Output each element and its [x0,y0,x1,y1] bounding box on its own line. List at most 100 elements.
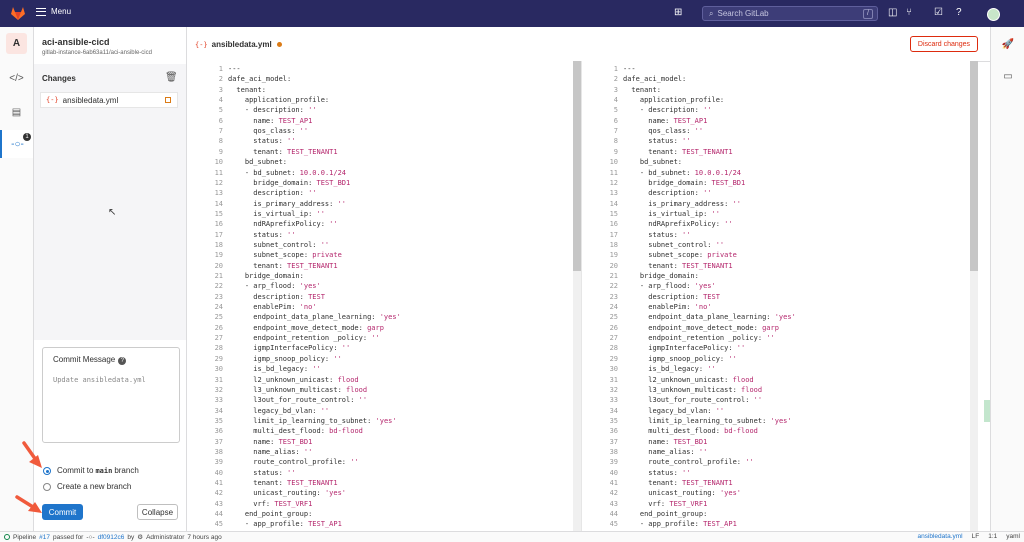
code-line[interactable]: 44 end_point_group: [187,509,567,520]
code-line[interactable]: 9 tenant: TEST_TENANT1 [582,147,962,158]
code-line[interactable]: 21 bridge_domain: [187,271,567,282]
code-line[interactable]: 22 - arp_flood: 'yes' [187,281,567,292]
code-line[interactable]: 43 vrf: TEST_VRF1 [187,499,567,510]
code-line[interactable]: 25 endpoint_data_plane_learning: 'yes' [582,312,962,323]
code-line[interactable]: 14 is_primary_address: '' [582,199,962,210]
code-line[interactable]: 29 igmp_snoop_policy: '' [582,354,962,365]
code-line[interactable]: 43 vrf: TEST_VRF1 [582,499,962,510]
diff-original-pane[interactable]: 1 --- 2 dafe_aci_model: 3 tenant: 4 applicati… [187,61,581,531]
code-line[interactable]: 30 is_bd_legacy: '' [582,364,962,375]
code-line[interactable]: 28 igmpInterfacePolicy: '' [582,343,962,354]
preview-icon[interactable]: ▭ [991,71,1024,82]
discard-changes-button[interactable]: Discard changes [910,36,978,52]
status-file-link[interactable]: ansibledata.yml [917,533,962,540]
code-line[interactable]: 4 application_profile: [582,95,962,106]
scrollbar[interactable] [573,61,581,531]
code-line[interactable]: 42 unicast_routing: 'yes' [187,488,567,499]
code-line[interactable]: 35 limit_ip_learning_to_subnet: 'yes' [187,416,567,427]
code-line[interactable]: 2 dafe_aci_model: [187,74,567,85]
code-line[interactable]: 16 ndRAprefixPolicy: '' [582,219,962,230]
code-line[interactable]: 23 description: TEST [187,292,567,303]
file-tab[interactable]: {-} ansibledata.yml [195,40,282,49]
code-line[interactable]: 13 description: '' [582,188,962,199]
code-line[interactable]: 12 bridge_domain: TEST_BD1 [582,178,962,189]
code-line[interactable]: 28 igmpInterfacePolicy: '' [187,343,567,354]
code-line[interactable]: 11 - bd_subnet: 10.0.0.1/24 [582,168,962,179]
code-line[interactable]: 5 - description: '' [187,105,567,116]
code-line[interactable]: 42 unicast_routing: 'yes' [582,488,962,499]
commit-sha-link[interactable]: df0912c6 [98,534,125,541]
code-line[interactable]: 38 name_alias: '' [582,447,962,458]
code-line[interactable]: 39 route_control_profile: '' [187,457,567,468]
code-line[interactable]: 38 name_alias: '' [187,447,567,458]
code-line[interactable]: 22 - arp_flood: 'yes' [582,281,962,292]
code-line[interactable]: 33 l3out_for_route_control: '' [187,395,567,406]
code-line[interactable]: 35 limit_ip_learning_to_subnet: 'yes' [582,416,962,427]
code-line[interactable]: 45 - app_profile: TEST_AP1 [582,519,962,530]
code-line[interactable]: 1 --- [582,64,962,75]
code-line[interactable]: 3 tenant: [187,85,567,96]
code-line[interactable]: 24 enablePim: 'no' [187,302,567,313]
code-line[interactable]: 26 endpoint_move_detect_mode: garp [187,323,567,334]
code-line[interactable]: 19 subnet_scope: private [582,250,962,261]
code-line[interactable]: 1 --- [187,64,567,75]
code-line[interactable]: 23 description: TEST [582,292,962,303]
code-line[interactable]: 15 is_virtual_ip: '' [187,209,567,220]
code-line[interactable]: 7 qos_class: '' [582,126,962,137]
code-line[interactable]: 31 l2_unknown_unicast: flood [582,375,962,386]
code-line[interactable]: 2 dafe_aci_model: [582,74,962,85]
code-line[interactable]: 41 tenant: TEST_TENANT1 [187,478,567,489]
scrollbar[interactable] [970,61,978,531]
code-line[interactable]: 40 status: '' [582,468,962,479]
code-line[interactable]: 17 status: '' [187,230,567,241]
code-line[interactable]: 27 endpoint_retention _policy: '' [187,333,567,344]
code-line[interactable]: 17 status: '' [582,230,962,241]
code-line[interactable]: 5 - description: '' [582,105,962,116]
code-line[interactable]: 20 tenant: TEST_TENANT1 [582,261,962,272]
code-line[interactable]: 10 bd_subnet: [582,157,962,168]
code-line[interactable]: 10 bd_subnet: [187,157,567,168]
code-line[interactable]: 40 status: '' [187,468,567,479]
code-line[interactable]: 18 subnet_control: '' [582,240,962,251]
code-line[interactable]: 6 name: TEST_AP1 [187,116,567,127]
scrollbar-thumb[interactable] [970,61,978,271]
code-line[interactable]: 3 tenant: [582,85,962,96]
code-line[interactable]: 33 l3out_for_route_control: '' [582,395,962,406]
pipeline-link[interactable]: #17 [39,534,50,541]
code-line[interactable]: 20 tenant: TEST_TENANT1 [187,261,567,272]
code-line[interactable]: 31 l2_unknown_unicast: flood [187,375,567,386]
code-line[interactable]: 8 status: '' [187,136,567,147]
code-line[interactable]: 39 route_control_profile: '' [582,457,962,468]
scrollbar-thumb[interactable] [573,61,581,271]
code-line[interactable]: 32 l3_unknown_multicast: flood [582,385,962,396]
diff-modified-pane[interactable]: 1 --- 2 dafe_aci_model: 3 tenant: 4 applicati… [581,61,978,531]
code-line[interactable]: 13 description: '' [187,188,567,199]
code-line[interactable]: 41 tenant: TEST_TENANT1 [582,478,962,489]
code-line[interactable]: 45 - app_profile: TEST_AP1 [187,519,567,530]
rocket-icon[interactable]: 🚀 [991,39,1024,50]
code-line[interactable]: 26 endpoint_move_detect_mode: garp [582,323,962,334]
code-line[interactable]: 16 ndRAprefixPolicy: '' [187,219,567,230]
code-line[interactable]: 34 legacy_bd_vlan: '' [582,406,962,417]
code-line[interactable]: 37 name: TEST_BD1 [187,437,567,448]
code-line[interactable]: 18 subnet_control: '' [187,240,567,251]
code-line[interactable]: 8 status: '' [582,136,962,147]
code-line[interactable]: 24 enablePim: 'no' [582,302,962,313]
code-line[interactable]: 34 legacy_bd_vlan: '' [187,406,567,417]
code-line[interactable]: 6 name: TEST_AP1 [582,116,962,127]
code-line[interactable]: 7 qos_class: '' [187,126,567,137]
code-line[interactable]: 30 is_bd_legacy: '' [187,364,567,375]
code-line[interactable]: 9 tenant: TEST_TENANT1 [187,147,567,158]
code-line[interactable]: 14 is_primary_address: '' [187,199,567,210]
code-line[interactable]: 32 l3_unknown_multicast: flood [187,385,567,396]
code-line[interactable]: 12 bridge_domain: TEST_BD1 [187,178,567,189]
code-line[interactable]: 29 igmp_snoop_policy: '' [187,354,567,365]
code-line[interactable]: 11 - bd_subnet: 10.0.0.1/24 [187,168,567,179]
code-line[interactable]: 21 bridge_domain: [582,271,962,282]
code-line[interactable]: 36 multi_dest_flood: bd-flood [187,426,567,437]
code-line[interactable]: 36 multi_dest_flood: bd-flood [582,426,962,437]
code-line[interactable]: 4 application_profile: [187,95,567,106]
code-line[interactable]: 44 end_point_group: [582,509,962,520]
code-line[interactable]: 27 endpoint_retention _policy: '' [582,333,962,344]
code-line[interactable]: 37 name: TEST_BD1 [582,437,962,448]
